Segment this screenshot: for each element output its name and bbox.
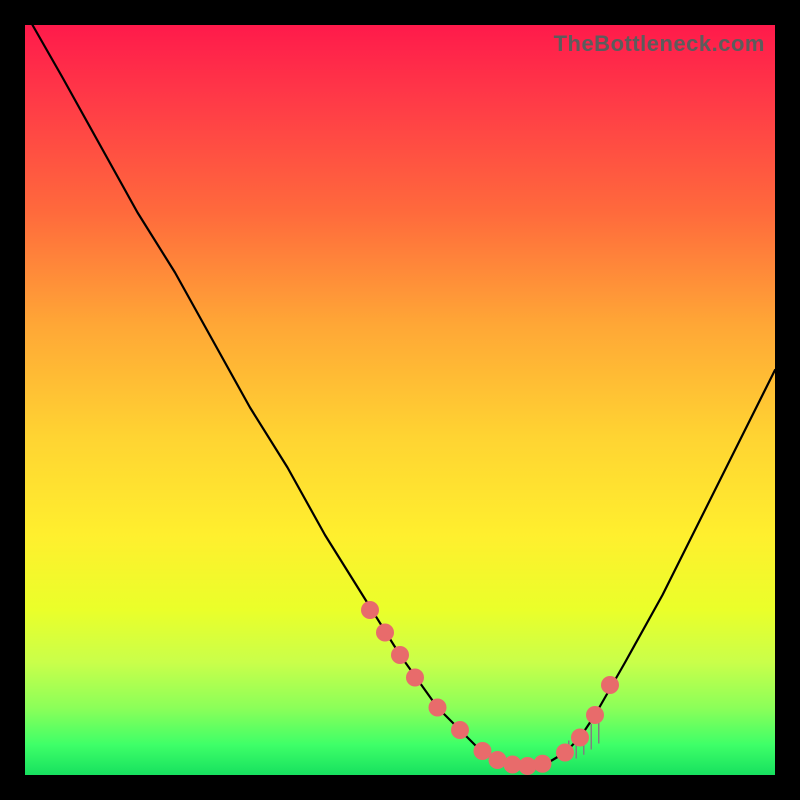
marker-point: [406, 669, 424, 687]
marker-point: [474, 742, 492, 760]
marker-point: [601, 676, 619, 694]
highlight-markers-layer: [361, 601, 619, 775]
chart-plot-area: TheBottleneck.com: [25, 25, 775, 775]
chart-frame: TheBottleneck.com: [0, 0, 800, 800]
marker-point: [391, 646, 409, 664]
marker-point: [571, 729, 589, 747]
marker-point: [376, 624, 394, 642]
marker-point: [429, 699, 447, 717]
marker-point: [586, 706, 604, 724]
marker-point: [361, 601, 379, 619]
marker-point: [556, 744, 574, 762]
chart-svg: [25, 25, 775, 775]
marker-point: [534, 755, 552, 773]
marker-point: [451, 721, 469, 739]
